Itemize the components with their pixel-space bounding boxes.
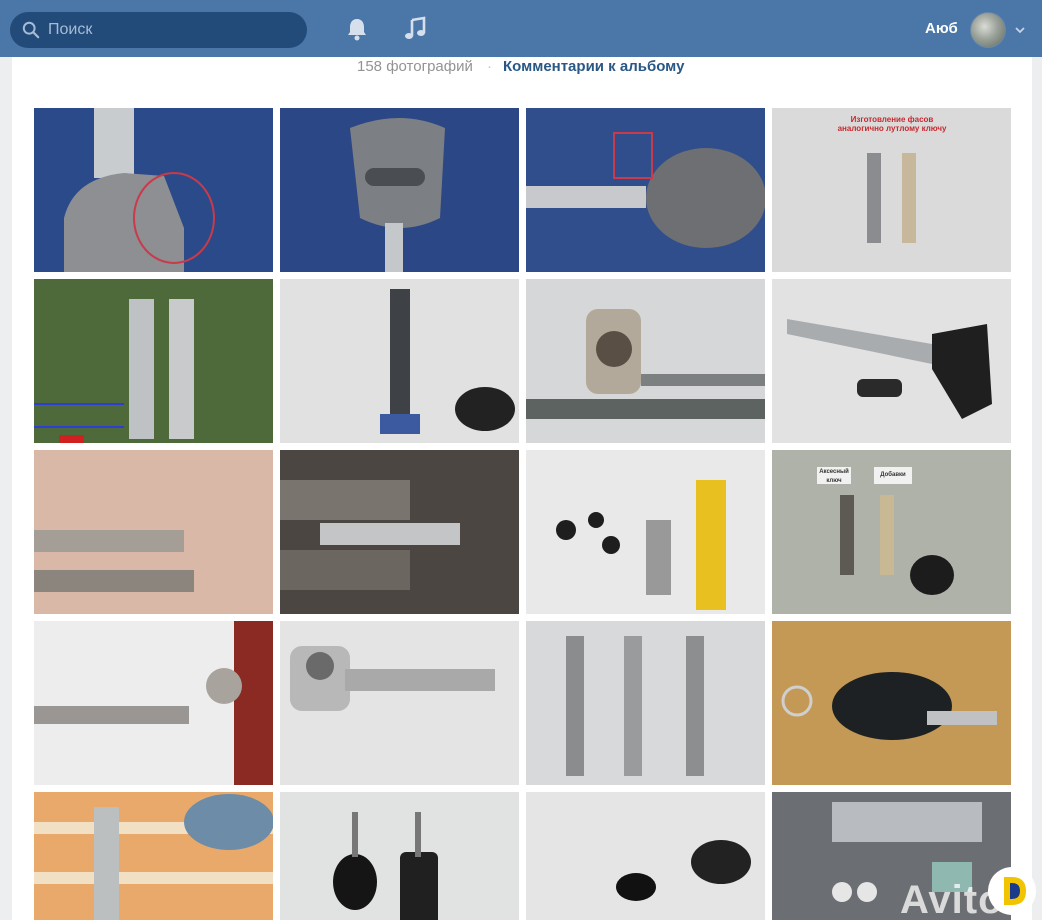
bell-icon[interactable] bbox=[345, 16, 369, 42]
photo-thumbnail[interactable]: Изготовление фасов аналогично лутлому кл… bbox=[772, 108, 1011, 272]
photo-thumbnail[interactable] bbox=[772, 621, 1011, 785]
photo-thumbnail[interactable] bbox=[34, 279, 273, 443]
photo-thumbnail[interactable] bbox=[526, 621, 765, 785]
photo-thumbnail[interactable]: Аксесный ключ Добавки bbox=[772, 450, 1011, 614]
avatar[interactable] bbox=[970, 12, 1006, 48]
photo-thumbnail[interactable] bbox=[280, 279, 519, 443]
photo-thumbnail[interactable] bbox=[280, 792, 519, 920]
search-icon bbox=[22, 21, 40, 39]
photo-thumbnail[interactable] bbox=[772, 279, 1011, 443]
search-placeholder: Поиск bbox=[48, 21, 93, 38]
photo-thumbnail[interactable] bbox=[526, 450, 765, 614]
meta-separator: · bbox=[487, 58, 492, 75]
photo-thumbnail[interactable] bbox=[526, 792, 765, 920]
photo-thumbnail[interactable] bbox=[280, 450, 519, 614]
music-icon[interactable] bbox=[403, 16, 427, 42]
photo-thumbnail[interactable] bbox=[34, 108, 273, 272]
photo-thumbnail[interactable] bbox=[34, 621, 273, 785]
photo-thumbnail[interactable] bbox=[34, 792, 273, 920]
photo-thumbnail[interactable] bbox=[280, 108, 519, 272]
user-name[interactable]: Аюб bbox=[925, 20, 958, 37]
photo-caption: Добавки bbox=[880, 472, 906, 478]
chevron-down-icon[interactable] bbox=[1014, 24, 1026, 36]
album-comments-link[interactable]: Комментарии к альбому bbox=[503, 58, 684, 75]
avito-logo-icon bbox=[988, 867, 1036, 915]
photo-caption: Аксесный ключ bbox=[819, 469, 849, 484]
top-navbar: Поиск Аюб bbox=[0, 0, 1042, 57]
photo-thumbnail[interactable] bbox=[526, 108, 765, 272]
photo-thumbnail[interactable] bbox=[526, 279, 765, 443]
search-box[interactable]: Поиск bbox=[10, 12, 307, 48]
photo-thumbnail[interactable] bbox=[280, 621, 519, 785]
photo-count: 158 фотографий bbox=[357, 58, 473, 75]
album-meta: 158 фотографий · Комментарии к альбому bbox=[0, 58, 1042, 78]
photo-thumbnail[interactable] bbox=[34, 450, 273, 614]
photo-caption: Изготовление фасов аналогично лутлому кл… bbox=[837, 115, 947, 133]
photo-grid: Изготовление фасов аналогично лутлому кл… bbox=[34, 108, 1011, 920]
